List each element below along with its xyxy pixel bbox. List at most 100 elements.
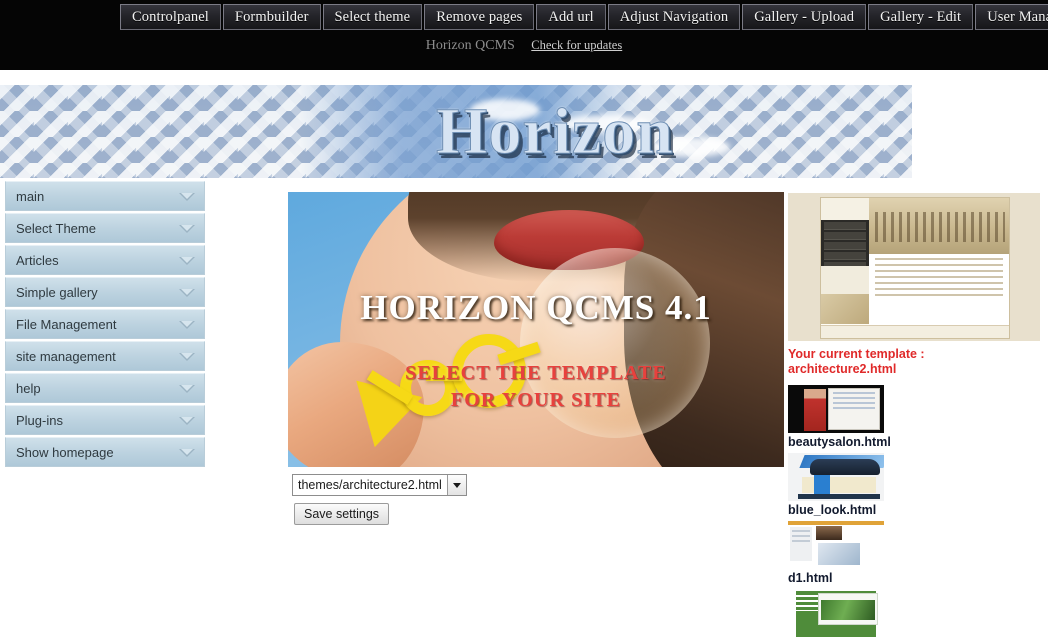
sidebar-item-plugins[interactable]: Plug-ins: [5, 405, 205, 435]
sidebar-item-simple-gallery[interactable]: Simple gallery: [5, 277, 205, 307]
sidebar-item-label: Show homepage: [16, 445, 114, 460]
template-side-panel: Your current template : architecture2.ht…: [788, 193, 1048, 639]
current-template-label: Your current template : architecture2.ht…: [788, 347, 1048, 377]
check-for-updates-link[interactable]: Check for updates: [531, 38, 622, 52]
hero-subtitle-line-1: SELECT THE TEMPLATE: [405, 362, 667, 384]
sidebar-item-select-theme[interactable]: Select Theme: [5, 213, 205, 243]
thumb-line: [833, 407, 875, 409]
preview-body-text: [869, 254, 1009, 326]
sidebar-item-file-management[interactable]: File Management: [5, 309, 205, 339]
sidebar-item-help[interactable]: help: [5, 373, 205, 403]
thumb-bottom-bar: [798, 494, 880, 499]
hero-subtitle-line-2: FOR YOUR SITE: [450, 389, 622, 411]
menu-item-formbuilder[interactable]: Formbuilder: [222, 4, 321, 30]
preview-nav: [821, 220, 869, 270]
menu-item-controlpanel[interactable]: Controlpanel: [120, 4, 221, 30]
thumb-person: [804, 389, 826, 431]
menu-item-gallery-upload[interactable]: Gallery - Upload: [742, 4, 867, 30]
menu-item-adjust-navigation[interactable]: Adjust Navigation: [607, 4, 741, 30]
template-list-item[interactable]: beautysalon.html: [788, 385, 1048, 451]
template-list-item[interactable]: [788, 589, 1048, 637]
template-list-item[interactable]: blue_look.html: [788, 453, 1048, 519]
site-banner: Horizon: [0, 85, 912, 178]
preview-text-line: [875, 264, 1003, 266]
chevron-down-icon: [179, 417, 195, 425]
template-thumbnail-blue-look[interactable]: [788, 453, 884, 501]
preview-text-line: [875, 276, 1003, 278]
thumb-line: [792, 540, 810, 542]
thumb-line: [792, 530, 810, 532]
thumb-line: [833, 392, 875, 394]
theme-select-value: themes/architecture2.html: [298, 478, 442, 492]
current-template-name: architecture2.html: [788, 362, 897, 376]
preview-header: [821, 198, 869, 221]
preview-text-line: [875, 288, 1003, 290]
template-thumbnail-green[interactable]: [788, 589, 884, 637]
brand-row: Horizon QCMS Check for updates: [0, 37, 1048, 57]
sidebar-item-label: Select Theme: [16, 221, 96, 236]
preview-text-line: [875, 270, 1003, 272]
hero-title: HORIZON QCMS 4.1: [360, 288, 712, 327]
sidebar-menu: main Select Theme Articles Simple galler…: [5, 181, 205, 469]
template-name-blue-look[interactable]: blue_look.html: [788, 501, 1048, 519]
template-name-d1[interactable]: d1.html: [788, 569, 1048, 587]
chevron-down-icon: [179, 193, 195, 201]
banner-wordmark: Horizon: [436, 95, 674, 169]
thumb-line: [792, 535, 810, 537]
sidebar-item-main[interactable]: main: [5, 181, 205, 211]
chevron-down-icon: [179, 225, 195, 233]
preview-text-line: [875, 282, 1003, 284]
chevron-down-icon[interactable]: [446, 475, 466, 495]
chevron-down-icon: [179, 257, 195, 265]
preview-hero-image: [869, 198, 1009, 254]
menu-item-gallery-edit[interactable]: Gallery - Edit: [868, 4, 974, 30]
theme-select[interactable]: themes/architecture2.html: [292, 474, 467, 496]
thumb-car: [810, 459, 880, 475]
preview-nav-item: [824, 232, 866, 240]
sidebar-item-label: main: [16, 189, 45, 204]
sidebar-item-label: File Management: [16, 317, 117, 332]
menu-item-select-theme[interactable]: Select theme: [322, 4, 423, 30]
chevron-down-icon: [179, 353, 195, 361]
sidebar-item-show-homepage[interactable]: Show homepage: [5, 437, 205, 467]
chevron-down-icon: [179, 321, 195, 329]
current-template-preview: [788, 193, 1040, 341]
preview-text-line: [875, 294, 1003, 296]
chevron-down-icon: [179, 385, 195, 393]
sidebar-item-label: Plug-ins: [16, 413, 63, 428]
thumb-card: [818, 593, 878, 625]
sidebar-item-label: Articles: [16, 253, 59, 268]
preview-nav-item: [824, 222, 866, 230]
preview-page: [820, 197, 1010, 339]
brand-title: Horizon QCMS: [425, 37, 515, 53]
top-navigation-bar: Controlpanel Formbuilder Select theme Re…: [0, 0, 1048, 70]
template-thumbnail-d1[interactable]: [788, 521, 884, 569]
preview-nav-item: [824, 242, 866, 250]
sidebar-item-label: site management: [16, 349, 116, 364]
sidebar-item-articles[interactable]: Articles: [5, 245, 205, 275]
preview-footer: [821, 325, 1009, 338]
menu-item-remove-pages[interactable]: Remove pages: [424, 4, 535, 30]
thumb-line: [833, 397, 875, 399]
save-settings-button[interactable]: Save settings: [294, 503, 390, 525]
template-thumbnail-list: beautysalon.html blue_look.html d1.html: [788, 385, 1048, 637]
preview-text-line: [875, 258, 1003, 260]
template-name-beautysalon[interactable]: beautysalon.html: [788, 433, 1048, 451]
thumb-top-bar: [788, 521, 884, 525]
sidebar-item-site-management[interactable]: site management: [5, 341, 205, 371]
thumb-sidebar: [790, 527, 812, 561]
chevron-down-icon: [179, 449, 195, 457]
sidebar-item-label: Simple gallery: [16, 285, 98, 300]
template-list-item[interactable]: d1.html: [788, 521, 1048, 587]
template-thumbnail-beautysalon[interactable]: [788, 385, 884, 433]
thumb-image: [818, 543, 860, 565]
preview-nav-item: [824, 252, 866, 260]
preview-logo-block: [821, 294, 869, 324]
thumb-panel: [828, 388, 880, 430]
menu-item-add-url[interactable]: Add url: [536, 4, 606, 30]
menu-item-user-manager[interactable]: User Manager: [975, 4, 1048, 30]
preview-sidebar-block: [821, 266, 869, 294]
main-menu: Controlpanel Formbuilder Select theme Re…: [120, 4, 1048, 30]
hero-subtitle: SELECT THE TEMPLATE FOR YOUR SITE: [288, 360, 784, 414]
hero-promo-image: HORIZON QCMS 4.1 SELECT THE TEMPLATE FOR…: [288, 192, 784, 467]
